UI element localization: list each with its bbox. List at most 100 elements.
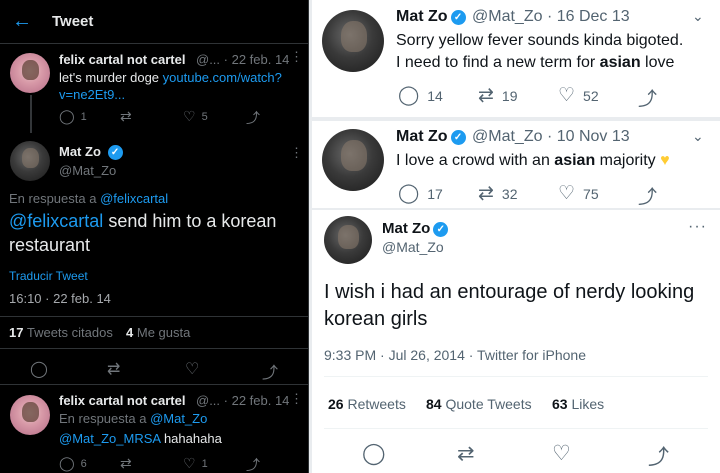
tweet-line-2: I need to find a new term for asian love (396, 52, 716, 74)
avatar[interactable] (10, 395, 50, 435)
share-button[interactable]: ⤴ (246, 455, 260, 473)
reply-to-line: En respuesta a @felixcartal (9, 191, 168, 206)
author-name[interactable]: Mat Zo ✓ (396, 8, 466, 26)
retweet-button[interactable]: ⇄ (107, 359, 120, 379)
reply-count: 6 (80, 457, 87, 470)
chevron-down-icon[interactable]: ⌄ (692, 8, 704, 25)
author-handle[interactable]: @Mat_Zo (472, 8, 542, 25)
like-button[interactable]: ♡ (552, 441, 571, 466)
more-icon[interactable]: ⋮ (290, 49, 303, 65)
like-button[interactable]: ♡ (185, 359, 199, 379)
reply-button[interactable]: ◯ 17 (398, 182, 443, 205)
retweet-button[interactable]: ⇄ (457, 441, 475, 466)
like-button[interactable]: ♡ 75 (558, 182, 599, 205)
author-name-text: Mat Zo (59, 144, 101, 159)
translate-link[interactable]: Traducir Tweet (9, 268, 88, 285)
likes-count: 63 (552, 396, 568, 412)
highlight-word: asian (554, 152, 596, 169)
main-tweet-text: @felixcartal send him to a korean restau… (9, 209, 299, 257)
divider (0, 384, 308, 385)
tweet-card-b[interactable]: Mat Zo ✓ @Mat_Zo · 10 Nov 13 ⌄ I love a c… (312, 121, 720, 208)
likes-stat[interactable]: 4 Me gusta (126, 325, 190, 340)
quote-label: Quote Tweets (445, 396, 532, 412)
author-name[interactable]: Mat Zo ✓ (382, 220, 449, 237)
tweet-text: @Mat_Zo_MRSA hahahaha (59, 430, 222, 447)
reply-to-mention[interactable]: @Mat_Zo (150, 411, 207, 426)
reply-count: 17 (427, 185, 443, 202)
share-button[interactable]: ⤴ (262, 359, 278, 383)
like-button[interactable]: ♡ 5 (183, 108, 208, 125)
reply-button[interactable]: ◯ 14 (398, 84, 443, 107)
tweet-line-1: Sorry yellow fever sounds kinda bigoted. (396, 32, 684, 49)
author-name[interactable]: felix cartal not cartel (59, 393, 185, 408)
retweet-button[interactable]: ⇄ 19 (478, 84, 518, 107)
like-button[interactable]: ♡ 52 (558, 84, 599, 107)
likes-label: Likes (571, 396, 605, 412)
verified-badge-icon: ✓ (433, 222, 449, 237)
verified-badge-icon: ✓ (450, 10, 466, 25)
share-icon: ⤴ (638, 89, 658, 110)
tweet-date[interactable]: · 10 Nov 13 (547, 128, 630, 145)
reply-icon: ◯ (398, 85, 420, 106)
reply-icon: ◯ (398, 183, 420, 204)
tweet-text: I love a crowd with an asian majority ♥ (396, 150, 716, 172)
share-button[interactable]: ⤴ (638, 182, 657, 208)
author-name[interactable]: Mat Zo ✓ (396, 128, 466, 146)
author-name-text: Mat Zo (382, 220, 431, 237)
reply-to-label: En respuesta a (59, 411, 151, 426)
tweet-mention[interactable]: @Mat_Zo_MRSA (59, 431, 160, 446)
author-name[interactable]: Mat Zo ✓ (59, 144, 123, 160)
like-count: 75 (583, 185, 599, 202)
back-arrow-icon[interactable]: ← (12, 10, 48, 33)
heart-icon: ♡ (183, 108, 196, 124)
tweet-timestamp[interactable]: 9:33 PM · Jul 26, 2014 · Twitter for iPh… (324, 347, 586, 363)
retweets-stat[interactable]: 26 Retweets (328, 396, 406, 412)
retweet-count: 19 (501, 87, 518, 104)
reply-to-mention[interactable]: @felixcartal (100, 191, 168, 206)
share-icon: ⤴ (246, 457, 260, 473)
avatar[interactable] (10, 141, 50, 181)
retweet-button[interactable]: ⇄ (120, 108, 138, 125)
author-handle[interactable]: @Mat_Zo (472, 128, 542, 145)
reply-button[interactable]: ◯ (30, 359, 48, 379)
quote-count: 17 (9, 325, 24, 340)
share-button[interactable]: ⤴ (648, 441, 669, 471)
quote-tweets-stat[interactable]: 84 Quote Tweets (426, 396, 532, 412)
reply-button[interactable]: ◯ 6 (59, 455, 87, 472)
tweet-text: let's murder doge youtube.com/watch?v=ne… (59, 69, 294, 103)
author-handle[interactable]: @Mat_Zo (382, 239, 444, 255)
chevron-down-icon[interactable]: ⌄ (692, 128, 704, 145)
retweet-button[interactable]: ⇄ 32 (478, 182, 518, 205)
share-button[interactable]: ⤴ (638, 84, 657, 111)
avatar[interactable] (10, 53, 50, 93)
share-icon: ⤴ (246, 110, 260, 126)
reply-button[interactable]: ◯ 1 (59, 108, 87, 125)
tweet-date[interactable]: · 16 Dec 13 (547, 8, 630, 25)
tweet-card-a[interactable]: Mat Zo ✓ @Mat_Zo · 16 Dec 13 ⌄ Sorry yell… (312, 0, 720, 117)
tweet-mention[interactable]: @felixcartal (9, 211, 103, 231)
tweet-meta: @... · 22 feb. 14 (196, 393, 290, 408)
avatar[interactable] (324, 216, 372, 264)
share-icon: ⤴ (638, 187, 658, 208)
avatar[interactable] (322, 129, 384, 191)
more-icon[interactable]: ··· (688, 218, 707, 236)
likes-stat[interactable]: 63 Likes (552, 396, 604, 412)
avatar[interactable] (322, 10, 384, 72)
heart-icon: ♡ (558, 85, 576, 106)
tweet-text-plain: let's murder doge (59, 70, 163, 85)
reply-button[interactable]: ◯ (362, 441, 386, 466)
quote-stat[interactable]: 17 Tweets citados (9, 325, 113, 340)
retweet-icon: ⇄ (120, 108, 132, 124)
main-tweet-text: I wish i had an entourage of nerdy looki… (324, 281, 695, 330)
share-button[interactable]: ⤴ (246, 108, 260, 128)
more-icon[interactable]: ⋮ (290, 145, 303, 161)
tweet-meta: @Mat_Zo · 16 Dec 13 (472, 8, 630, 26)
like-button[interactable]: ♡ 1 (183, 455, 208, 472)
more-icon[interactable]: ⋮ (290, 391, 303, 407)
author-handle[interactable]: @Mat_Zo (59, 163, 116, 178)
retweet-button[interactable]: ⇄ (120, 455, 138, 472)
tweet-timestamp[interactable]: 16:10 · 22 feb. 14 (9, 291, 111, 306)
likes-label: Me gusta (136, 325, 191, 340)
author-name[interactable]: felix cartal not cartel (59, 52, 185, 67)
like-count: 5 (201, 110, 208, 123)
